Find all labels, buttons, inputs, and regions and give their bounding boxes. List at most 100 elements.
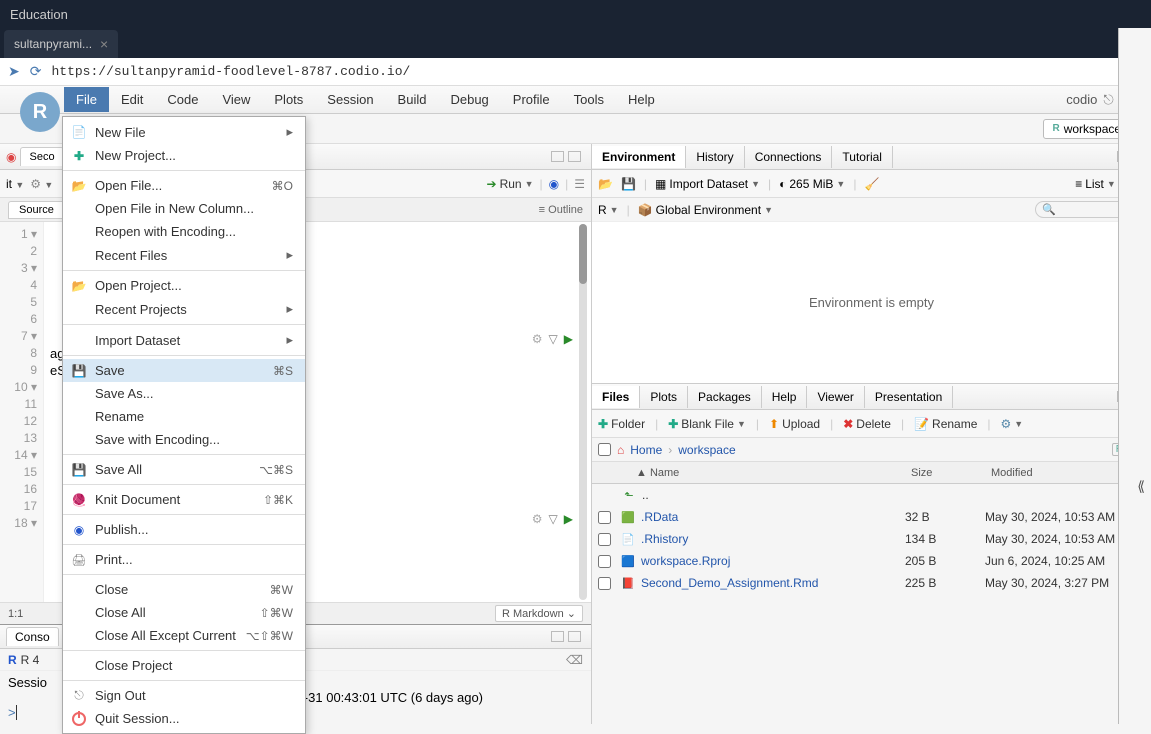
global-env-button[interactable]: 📦 Global Environment ▼ (638, 203, 773, 217)
collapse-icon[interactable]: ⟪ (1137, 478, 1145, 495)
tab-environment[interactable]: Environment (592, 146, 686, 168)
more-button[interactable]: ⚙ ▼ (1001, 417, 1024, 431)
tab-presentation[interactable]: Presentation (865, 386, 953, 408)
menu-recent-files[interactable]: Recent Files▸ (63, 243, 305, 267)
maximize-pane-icon[interactable] (568, 631, 581, 642)
memory-gauge[interactable]: ◐ 265 MiB ▼ (779, 177, 845, 191)
file-checkbox[interactable] (598, 533, 611, 546)
r-scope[interactable]: R ▼ (598, 203, 619, 217)
breadcrumb-home[interactable]: Home (630, 443, 662, 457)
maximize-pane-icon[interactable] (568, 151, 581, 162)
menu-save-encoding[interactable]: Save with Encoding... (63, 428, 305, 451)
run-above-icon[interactable]: ▽ (549, 512, 558, 526)
menu-save-all[interactable]: 💾Save All⌥⌘S (63, 458, 305, 481)
run-chunk-icon[interactable]: ▶ (564, 512, 573, 526)
import-dataset-button[interactable]: ▦ Import Dataset ▼ (655, 177, 760, 191)
new-folder-button[interactable]: ✚ Folder (598, 417, 645, 431)
menu-sign-out[interactable]: ⎋Sign Out (63, 684, 305, 707)
browser-tab[interactable]: sultanpyrami... × (4, 30, 118, 58)
source-tab[interactable]: Source (8, 201, 65, 219)
menu-rename[interactable]: Rename (63, 405, 305, 428)
file-row[interactable]: 🟩 .RData 32 B May 30, 2024, 10:53 AM (592, 506, 1151, 528)
menu-file[interactable]: File (64, 87, 109, 112)
signout-icon[interactable]: ⎋ (1103, 92, 1113, 108)
file-name[interactable]: .Rhistory (641, 532, 905, 546)
outline-toggle-icon[interactable]: ☰ (574, 177, 585, 191)
file-name[interactable]: .RData (641, 510, 905, 524)
menu-new-file[interactable]: 📄New File▸ (63, 120, 305, 144)
scrollbar[interactable] (579, 224, 587, 600)
file-row[interactable]: 📄 .Rhistory 134 B May 30, 2024, 10:53 AM (592, 528, 1151, 550)
clear-icon[interactable]: ⌫ (566, 653, 583, 667)
menu-edit[interactable]: Edit (109, 87, 155, 112)
menu-tools[interactable]: Tools (562, 87, 616, 112)
select-all-checkbox[interactable] (598, 443, 611, 456)
gear-icon[interactable]: ⚙ ▼ (30, 177, 53, 191)
run-above-icon[interactable]: ▽ (549, 332, 558, 346)
editor-knit-fragment[interactable]: it ▼ (6, 177, 24, 191)
url-text[interactable]: https://sultanpyramid-foodlevel-8787.cod… (51, 64, 410, 79)
chunk-gear-icon[interactable]: ⚙ (532, 512, 543, 526)
menu-import-dataset[interactable]: Import Dataset▸ (63, 328, 305, 352)
tab-connections[interactable]: Connections (745, 146, 833, 168)
menu-code[interactable]: Code (155, 87, 210, 112)
menu-publish[interactable]: ◉Publish... (63, 518, 305, 541)
tab-help[interactable]: Help (762, 386, 808, 408)
menu-close-project[interactable]: Close Project (63, 654, 305, 677)
outline-button[interactable]: ≡ Outline (539, 204, 583, 216)
file-row[interactable]: 🟦 workspace.Rproj 205 B Jun 6, 2024, 10:… (592, 550, 1151, 572)
close-icon[interactable]: × (100, 36, 108, 52)
menu-print[interactable]: 🖨Print... (63, 548, 305, 571)
minimize-pane-icon[interactable] (551, 631, 564, 642)
menu-build[interactable]: Build (386, 87, 439, 112)
menu-open-new-column[interactable]: Open File in New Column... (63, 197, 305, 220)
broom-icon[interactable]: 🧹 (864, 177, 879, 191)
breadcrumb-workspace[interactable]: workspace (678, 443, 735, 457)
menu-view[interactable]: View (210, 87, 262, 112)
home-icon[interactable]: ⌂ (617, 443, 624, 457)
file-name[interactable]: workspace.Rproj (641, 554, 905, 568)
list-view-button[interactable]: ≡ List ▼ (1075, 177, 1116, 191)
menu-debug[interactable]: Debug (438, 87, 500, 112)
load-icon[interactable]: 📂 (598, 177, 613, 191)
console-tab[interactable]: Conso (6, 627, 59, 646)
tab-history[interactable]: History (686, 146, 744, 168)
tab-tutorial[interactable]: Tutorial (832, 146, 893, 168)
menu-reopen-encoding[interactable]: Reopen with Encoding... (63, 220, 305, 243)
refresh-icon[interactable]: ⟳ (30, 63, 42, 80)
run-button[interactable]: ➔ Run ▼ (487, 177, 534, 191)
rename-button[interactable]: 📝 Rename (914, 417, 977, 431)
menu-save[interactable]: 💾Save⌘S (63, 359, 305, 382)
tab-plots[interactable]: Plots (640, 386, 688, 408)
run-chunk-icon[interactable]: ▶ (564, 332, 573, 346)
tab-packages[interactable]: Packages (688, 386, 762, 408)
publish-icon[interactable]: ◉ (549, 177, 559, 191)
menu-recent-projects[interactable]: Recent Projects▸ (63, 297, 305, 321)
menu-save-as[interactable]: Save As... (63, 382, 305, 405)
menu-new-project[interactable]: ✚New Project... (63, 144, 305, 167)
menu-open-file[interactable]: 📂Open File...⌘O (63, 174, 305, 197)
menu-plots[interactable]: Plots (262, 87, 315, 112)
file-checkbox[interactable] (598, 555, 611, 568)
delete-button[interactable]: ✖ Delete (843, 417, 891, 431)
menu-open-project[interactable]: 📂Open Project... (63, 274, 305, 297)
menu-help[interactable]: Help (616, 87, 667, 112)
file-checkbox[interactable] (598, 511, 611, 524)
minimize-pane-icon[interactable] (551, 151, 564, 162)
menu-close-all[interactable]: Close All⇧⌘W (63, 601, 305, 624)
blank-file-button[interactable]: ✚ Blank File ▼ (668, 417, 746, 431)
file-row[interactable]: 📕 Second_Demo_Assignment.Rmd 225 B May 3… (592, 572, 1151, 594)
file-name[interactable]: Second_Demo_Assignment.Rmd (641, 576, 905, 590)
rmarkdown-selector[interactable]: R Markdown ⌄ (495, 605, 583, 622)
send-icon[interactable]: ➤ (8, 63, 20, 80)
menu-close[interactable]: Close⌘W (63, 578, 305, 601)
save-icon[interactable]: 💾 (621, 177, 636, 191)
editor-tab[interactable]: Seco (20, 147, 63, 166)
tab-viewer[interactable]: Viewer (807, 386, 864, 408)
menu-close-except[interactable]: Close All Except Current⌥⇧⌘W (63, 624, 305, 647)
upload-button[interactable]: ⬆ Upload (769, 417, 820, 431)
chunk-gear-icon[interactable]: ⚙ (532, 332, 543, 346)
menu-session[interactable]: Session (315, 87, 385, 112)
menu-profile[interactable]: Profile (501, 87, 562, 112)
tab-files[interactable]: Files (592, 386, 640, 408)
